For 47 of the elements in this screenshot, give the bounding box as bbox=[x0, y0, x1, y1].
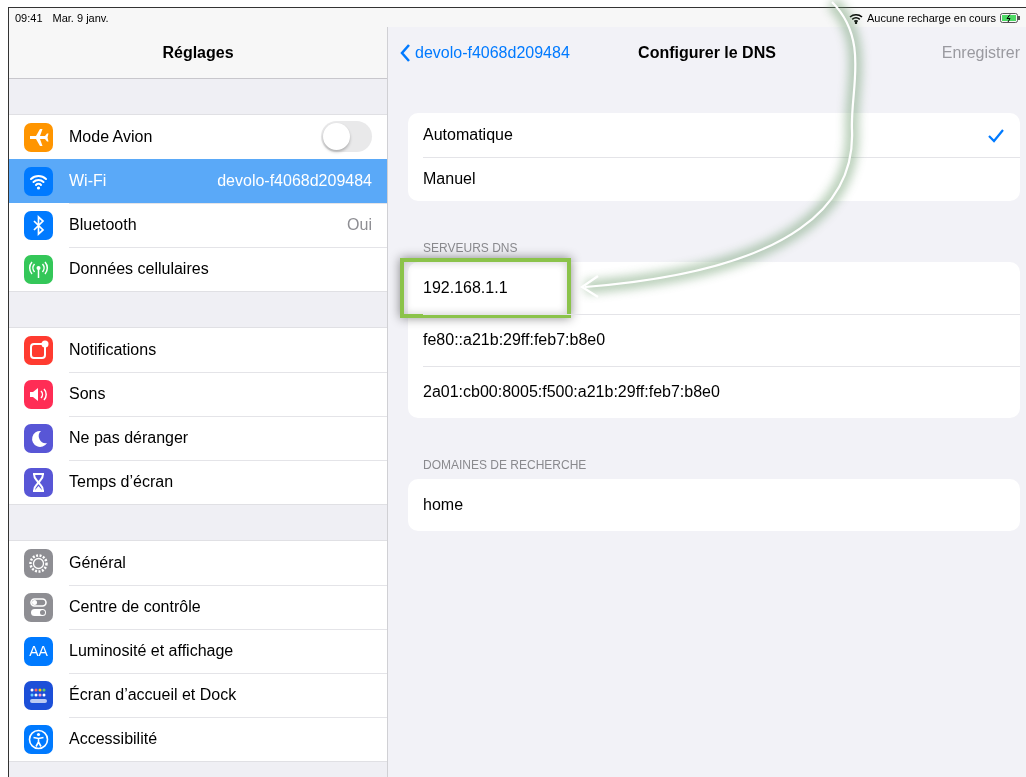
settings-value: Oui bbox=[347, 215, 372, 234]
settings-row[interactable]: Bluetooth Oui bbox=[9, 203, 387, 247]
settings-label: Mode Avion bbox=[69, 127, 154, 146]
settings-row[interactable]: Données cellulaires bbox=[9, 247, 387, 291]
settings-label: Centre de contrôle bbox=[69, 597, 202, 616]
settings-row[interactable]: Écran d’accueil et Dock bbox=[9, 673, 387, 717]
settings-row[interactable]: Accessibilité bbox=[9, 717, 387, 761]
dns-address: fe80::a21b:29ff:feb7:b8e0 bbox=[423, 331, 607, 349]
settings-row[interactable]: Sons bbox=[9, 372, 387, 416]
option-row[interactable]: Automatique bbox=[408, 113, 1020, 157]
toggle-switch[interactable] bbox=[321, 121, 372, 152]
dns-address: 2a01:cb00:8005:f500:a21b:29ff:feb7:b8e0 bbox=[423, 383, 721, 401]
settings-label: Données cellulaires bbox=[69, 260, 210, 278]
settings-label: Écran d’accueil et Dock bbox=[69, 685, 238, 704]
option-label: Automatique bbox=[423, 126, 514, 144]
settings-label: Luminosité et affichage bbox=[69, 641, 235, 660]
settings-row[interactable]: Temps d’écran bbox=[9, 460, 387, 504]
page-title: Configurer le DNS bbox=[638, 43, 776, 61]
wifi-icon bbox=[848, 11, 863, 24]
text-size-icon: AA bbox=[24, 636, 53, 666]
status-time: 09:41 bbox=[15, 11, 43, 24]
settings-row[interactable]: Centre de contrôle bbox=[9, 585, 387, 629]
settings-row[interactable]: Général bbox=[9, 541, 387, 585]
settings-label: Ne pas déranger bbox=[69, 428, 190, 447]
charging-status: Aucune recharge en cours bbox=[866, 11, 996, 24]
settings-label: Wi-Fi bbox=[69, 171, 108, 190]
dns-address: 192.168.1.1 bbox=[423, 279, 509, 297]
settings-label: Notifications bbox=[69, 340, 158, 359]
settings-label: Sons bbox=[69, 384, 107, 403]
section-header: SERVEURS DNS bbox=[423, 241, 519, 255]
settings-label: Accessibilité bbox=[69, 730, 159, 748]
settings-row[interactable]: AA Luminosité et affichage bbox=[9, 629, 387, 673]
settings-label: Général bbox=[69, 553, 127, 572]
section-header: DOMAINES DE RECHERCHE bbox=[423, 458, 588, 472]
option-label: Manuel bbox=[423, 170, 477, 188]
settings-label: Temps d’écran bbox=[69, 473, 175, 491]
settings-row[interactable]: Ne pas déranger bbox=[9, 416, 387, 460]
search-domain: home bbox=[423, 496, 465, 514]
settings-value: devolo-f4068d209484 bbox=[217, 171, 372, 190]
battery-icon bbox=[1000, 12, 1020, 23]
settings-row[interactable]: Notifications bbox=[9, 328, 387, 372]
back-button[interactable]: devolo-f4068d209484 bbox=[400, 42, 570, 63]
status-date: Mar. 9 janv. bbox=[52, 11, 109, 24]
sidebar-title: Réglages bbox=[162, 43, 234, 62]
chevron-icon bbox=[400, 42, 411, 63]
option-row[interactable]: Manuel bbox=[408, 157, 1020, 201]
settings-label: Bluetooth bbox=[69, 215, 138, 234]
